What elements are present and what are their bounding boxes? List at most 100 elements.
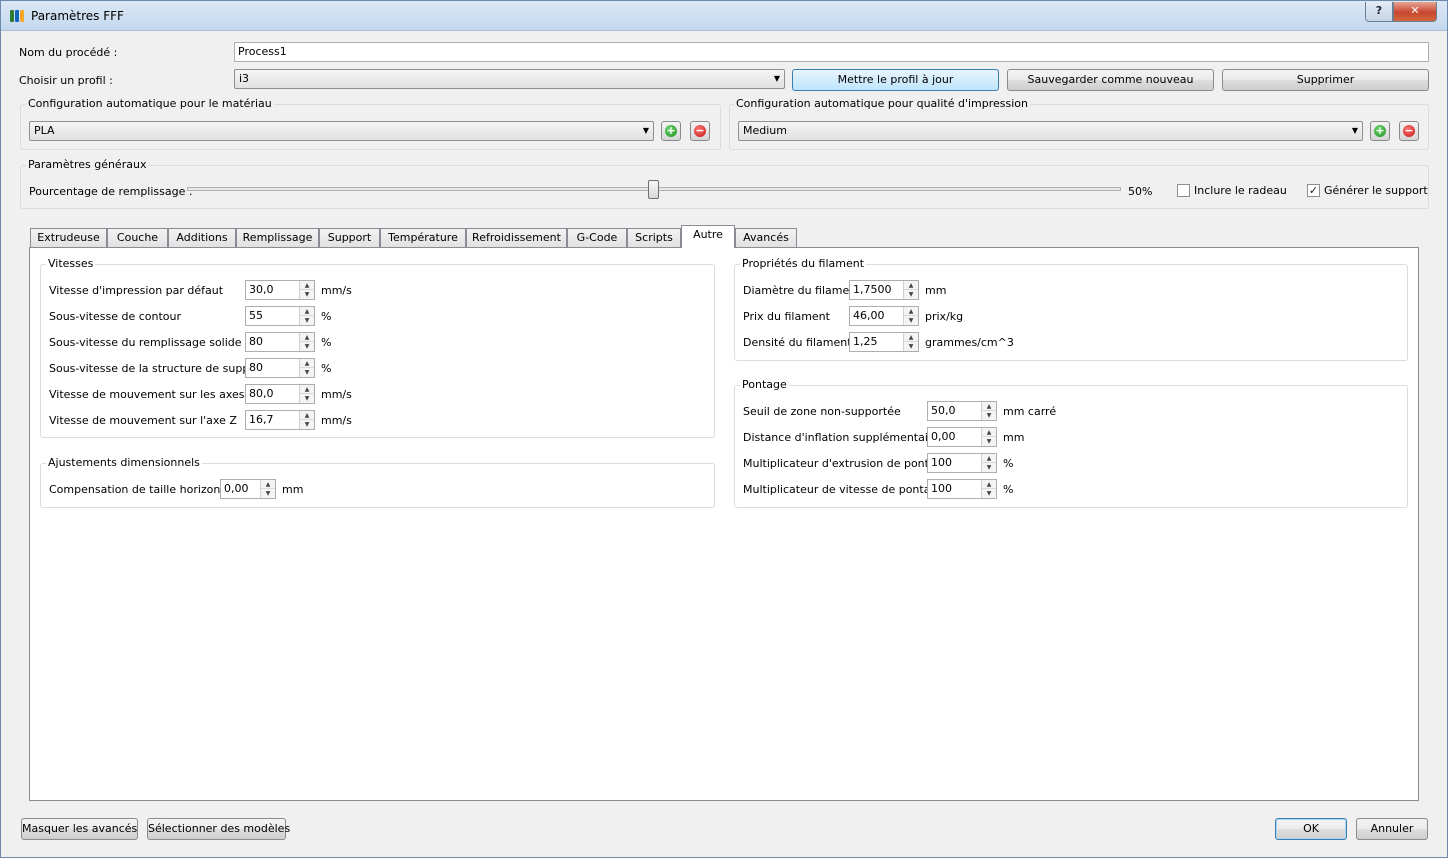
spin-up-icon[interactable]: ▲	[300, 333, 314, 342]
spin-down-icon[interactable]: ▼	[904, 290, 918, 299]
bridging-spinbox[interactable]: 50,0 ▲ ▼	[927, 401, 997, 421]
close-button[interactable]: ✕	[1393, 2, 1437, 22]
tab-remplissage[interactable]: Remplissage	[236, 228, 319, 248]
spin-down-icon[interactable]: ▼	[261, 489, 275, 498]
speeds-spinbox[interactable]: 55 ▲ ▼	[245, 306, 315, 326]
spin-arrows[interactable]: ▲ ▼	[299, 359, 314, 377]
spin-down-icon[interactable]: ▼	[300, 394, 314, 403]
spin-down-icon[interactable]: ▼	[982, 463, 996, 472]
spin-arrows[interactable]: ▲ ▼	[981, 480, 996, 498]
remove-quality-button[interactable]: −	[1399, 121, 1419, 141]
spin-down-icon[interactable]: ▼	[982, 411, 996, 420]
filament-spinbox[interactable]: 1,25 ▲ ▼	[849, 332, 919, 352]
spin-down-icon[interactable]: ▼	[300, 420, 314, 429]
help-button[interactable]: ?	[1365, 2, 1393, 22]
add-material-button[interactable]: +	[661, 121, 681, 141]
hide-advanced-button[interactable]: Masquer les avancés	[21, 818, 138, 840]
filament-row-unit: prix/kg	[925, 310, 964, 323]
bridging-row-label: Multiplicateur de vitesse de pontage	[743, 483, 945, 496]
filament-spinbox[interactable]: 1,7500 ▲ ▼	[849, 280, 919, 300]
speeds-spinbox[interactable]: 16,7 ▲ ▼	[245, 410, 315, 430]
tab-couche[interactable]: Couche	[107, 228, 168, 248]
spin-arrows[interactable]: ▲ ▼	[903, 281, 918, 299]
spin-down-icon[interactable]: ▼	[300, 342, 314, 351]
spin-up-icon[interactable]: ▲	[904, 333, 918, 342]
spin-arrows[interactable]: ▲ ▼	[299, 333, 314, 351]
speeds-row-label: Sous-vitesse du remplissage solide	[49, 336, 242, 349]
profile-label: Choisir un profil :	[19, 74, 113, 87]
spin-up-icon[interactable]: ▲	[982, 402, 996, 411]
dimensional-spinbox[interactable]: 0,00 ▲ ▼	[220, 479, 276, 499]
support-checkbox[interactable]: ✓	[1307, 184, 1320, 197]
general-group-title: Paramètres généraux	[26, 158, 149, 171]
spin-down-icon[interactable]: ▼	[300, 316, 314, 325]
quality-select[interactable]: Medium ▼	[738, 121, 1363, 141]
tab-temperature[interactable]: Température	[380, 228, 466, 248]
tab-autre[interactable]: Autre	[681, 225, 735, 248]
add-quality-button[interactable]: +	[1370, 121, 1390, 141]
spin-down-icon[interactable]: ▼	[982, 489, 996, 498]
process-name-input[interactable]: Process1	[234, 42, 1429, 62]
raft-checkbox[interactable]	[1177, 184, 1190, 197]
spin-arrows[interactable]: ▲ ▼	[299, 281, 314, 299]
speeds-spinbox[interactable]: 80,0 ▲ ▼	[245, 384, 315, 404]
spin-arrows[interactable]: ▲ ▼	[903, 307, 918, 325]
spin-arrows[interactable]: ▲ ▼	[981, 454, 996, 472]
material-select[interactable]: PLA ▼	[29, 121, 654, 141]
tab-scripts[interactable]: Scripts	[627, 228, 681, 248]
title-bar[interactable]: Paramètres FFF ? ✕	[1, 1, 1447, 31]
bridging-row-label: Multiplicateur d'extrusion de pontage	[743, 457, 950, 470]
update-profile-button[interactable]: Mettre le profil à jour	[792, 69, 999, 91]
speeds-spinbox[interactable]: 80 ▲ ▼	[245, 332, 315, 352]
spin-arrows[interactable]: ▲ ▼	[981, 428, 996, 446]
ok-button[interactable]: OK	[1275, 818, 1347, 840]
spin-up-icon[interactable]: ▲	[300, 307, 314, 316]
dimensional-group-title: Ajustements dimensionnels	[46, 456, 202, 469]
bridging-spinbox[interactable]: 100 ▲ ▼	[927, 453, 997, 473]
spin-down-icon[interactable]: ▼	[300, 290, 314, 299]
select-models-button[interactable]: Sélectionner des modèles	[147, 818, 290, 840]
tab-additions[interactable]: Additions	[168, 228, 236, 248]
spin-up-icon[interactable]: ▲	[300, 281, 314, 290]
remove-material-button[interactable]: −	[690, 121, 710, 141]
spin-up-icon[interactable]: ▲	[982, 480, 996, 489]
spin-arrows[interactable]: ▲ ▼	[260, 480, 275, 498]
spin-down-icon[interactable]: ▼	[982, 437, 996, 446]
dimensional-row-unit: mm	[282, 483, 304, 496]
spin-up-icon[interactable]: ▲	[982, 428, 996, 437]
fff-settings-window: Paramètres FFF ? ✕ Nom du procédé : Proc…	[0, 0, 1448, 858]
spin-up-icon[interactable]: ▲	[261, 480, 275, 489]
save-as-new-button[interactable]: Sauvegarder comme nouveau	[1007, 69, 1214, 91]
spin-arrows[interactable]: ▲ ▼	[981, 402, 996, 420]
tab-gcode[interactable]: G-Code	[567, 228, 627, 248]
tab-refroidissement[interactable]: Refroidissement	[466, 228, 567, 248]
filament-spinbox-value: 1,7500	[853, 283, 892, 296]
spin-up-icon[interactable]: ▲	[300, 385, 314, 394]
spin-arrows[interactable]: ▲ ▼	[299, 411, 314, 429]
profile-select[interactable]: i3 ▼	[234, 69, 785, 89]
spin-down-icon[interactable]: ▼	[300, 368, 314, 377]
spin-arrows[interactable]: ▲ ▼	[299, 307, 314, 325]
delete-profile-button[interactable]: Supprimer	[1222, 69, 1429, 91]
spin-down-icon[interactable]: ▼	[904, 316, 918, 325]
tab-support[interactable]: Support	[319, 228, 380, 248]
infill-slider-handle[interactable]	[648, 180, 659, 199]
spin-up-icon[interactable]: ▲	[300, 359, 314, 368]
bridging-spinbox[interactable]: 100 ▲ ▼	[927, 479, 997, 499]
speeds-spinbox[interactable]: 80 ▲ ▼	[245, 358, 315, 378]
filament-spinbox[interactable]: 46,00 ▲ ▼	[849, 306, 919, 326]
spin-up-icon[interactable]: ▲	[904, 281, 918, 290]
spin-arrows[interactable]: ▲ ▼	[299, 385, 314, 403]
spin-up-icon[interactable]: ▲	[300, 411, 314, 420]
speeds-spinbox[interactable]: 30,0 ▲ ▼	[245, 280, 315, 300]
infill-label: Pourcentage de remplissage :	[29, 185, 193, 198]
tab-avances[interactable]: Avancés	[735, 228, 797, 248]
speeds-row-label: Vitesse de mouvement sur l'axe Z	[49, 414, 237, 427]
spin-up-icon[interactable]: ▲	[982, 454, 996, 463]
bridging-spinbox[interactable]: 0,00 ▲ ▼	[927, 427, 997, 447]
spin-up-icon[interactable]: ▲	[904, 307, 918, 316]
cancel-button[interactable]: Annuler	[1356, 818, 1428, 840]
tab-extrudeuse[interactable]: Extrudeuse	[30, 228, 107, 248]
spin-arrows[interactable]: ▲ ▼	[903, 333, 918, 351]
spin-down-icon[interactable]: ▼	[904, 342, 918, 351]
